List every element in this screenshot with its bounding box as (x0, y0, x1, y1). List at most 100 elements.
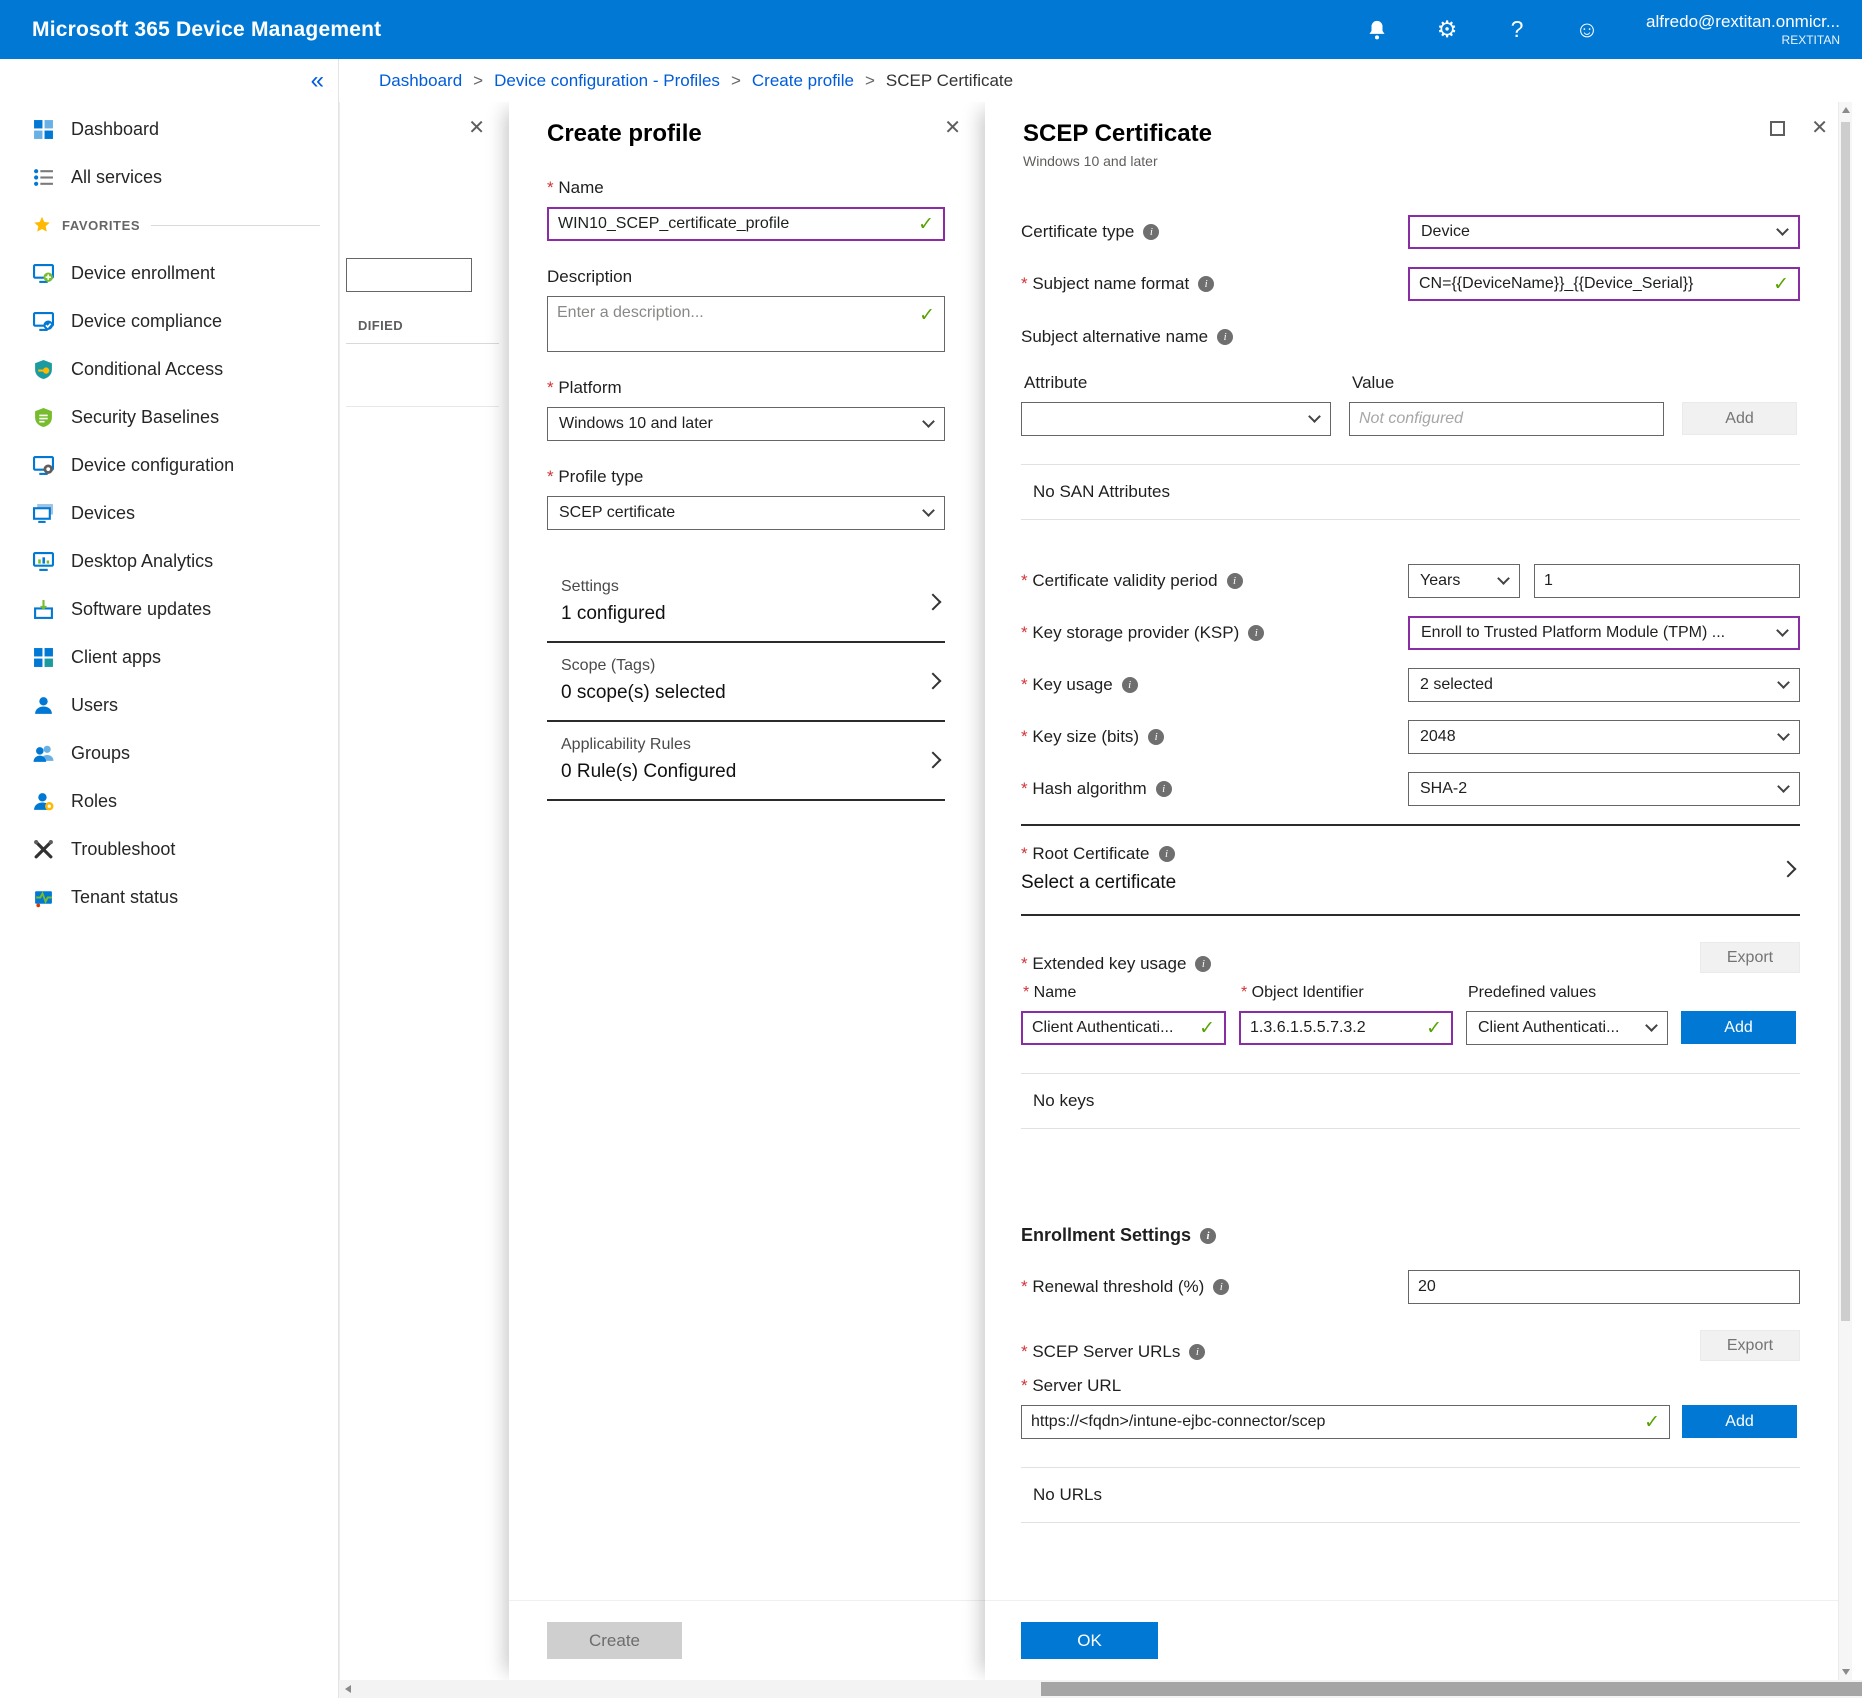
sidebar-item-software-updates[interactable]: Software updates (0, 585, 338, 633)
info-icon[interactable] (1248, 625, 1264, 641)
key-size-select[interactable]: 2048 (1408, 720, 1800, 754)
scroll-up-arrow-icon[interactable] (1842, 107, 1850, 113)
vertical-scrollbar[interactable] (1838, 102, 1852, 1680)
hash-algorithm-select[interactable]: SHA-2 (1408, 772, 1800, 806)
info-icon[interactable] (1148, 729, 1164, 745)
screen: Microsoft 365 Device Management ⚙ ? ☺ al… (0, 0, 1862, 1698)
breadcrumb-dashboard[interactable]: Dashboard (379, 71, 462, 91)
all-services-icon (33, 167, 54, 188)
sidebar-item-device-compliance[interactable]: Device compliance (0, 297, 338, 345)
close-icon[interactable] (1811, 118, 1828, 138)
eku-oid-input[interactable] (1250, 1019, 1420, 1037)
sidebar-item-conditional-access[interactable]: Conditional Access (0, 345, 338, 393)
san-add-button[interactable]: Add (1682, 402, 1797, 435)
info-icon[interactable] (1198, 276, 1214, 292)
server-url-input[interactable] (1031, 1413, 1638, 1431)
sidebar-item-roles[interactable]: Roles (0, 777, 338, 825)
vertical-scrollbar-thumb[interactable] (1841, 122, 1850, 1321)
sidebar-item-all-services[interactable]: All services (0, 153, 338, 201)
enrollment-settings-label: Enrollment Settings (1021, 1225, 1191, 1246)
enrollment-settings-header: Enrollment Settings (1021, 1225, 1800, 1246)
key-usage-value: 2 selected (1420, 676, 1493, 694)
scroll-left-arrow-icon[interactable] (345, 1685, 351, 1693)
validity-label-wrap: Certificate validity period (1021, 571, 1408, 591)
info-icon[interactable] (1122, 677, 1138, 693)
info-icon[interactable] (1189, 1344, 1205, 1360)
server-url-box (1021, 1405, 1670, 1439)
maximize-icon[interactable] (1770, 121, 1785, 136)
tenant-status-icon (33, 887, 54, 908)
sidebar-item-client-apps[interactable]: Client apps (0, 633, 338, 681)
sidebar-item-groups[interactable]: Groups (0, 729, 338, 777)
topbar-actions: ⚙ ? ☺ alfredo@rextitan.onmicr... REXTITA… (1362, 11, 1840, 49)
security-baselines-icon (33, 407, 54, 428)
ok-button[interactable]: OK (1021, 1622, 1158, 1659)
platform-select[interactable]: Windows 10 and later (547, 407, 945, 441)
scope-tags-navrow[interactable]: Scope (Tags) 0 scope(s) selected (547, 643, 945, 722)
urls-export-button[interactable]: Export (1700, 1330, 1800, 1361)
info-icon[interactable] (1227, 573, 1243, 589)
divider (346, 406, 499, 407)
sidebar-item-desktop-analytics[interactable]: Desktop Analytics (0, 537, 338, 585)
ksp-select[interactable]: Enroll to Trusted Platform Module (TPM) … (1408, 616, 1800, 650)
conditional-access-icon (33, 359, 54, 380)
chevron-right-icon (925, 751, 942, 768)
san-value-input[interactable] (1359, 410, 1654, 428)
info-icon[interactable] (1217, 329, 1233, 345)
chevron-right-icon (1780, 861, 1797, 878)
profile-type-select[interactable]: SCEP certificate (547, 496, 945, 530)
breadcrumb-profiles[interactable]: Device configuration - Profiles (494, 71, 720, 91)
sidebar-item-device-configuration[interactable]: Device configuration (0, 441, 338, 489)
subject-name-format-input[interactable] (1419, 275, 1767, 293)
eku-name-input[interactable] (1032, 1019, 1193, 1037)
info-icon[interactable] (1213, 1279, 1229, 1295)
san-attribute-select[interactable] (1021, 402, 1331, 436)
scroll-down-arrow-icon[interactable] (1842, 1669, 1850, 1675)
key-usage-select[interactable]: 2 selected (1408, 668, 1800, 702)
info-icon[interactable] (1143, 224, 1159, 240)
sidebar-item-users[interactable]: Users (0, 681, 338, 729)
sidebar-item-device-enrollment[interactable]: Device enrollment (0, 249, 338, 297)
sidebar-item-devices[interactable]: Devices (0, 489, 338, 537)
name-input[interactable] (558, 215, 912, 233)
scep-subtitle: Windows 10 and later (1023, 153, 1826, 169)
sidebar-collapse-icon[interactable]: « (311, 67, 324, 95)
info-icon[interactable] (1156, 781, 1172, 797)
account-menu[interactable]: alfredo@rextitan.onmicr... REXTITAN (1646, 11, 1840, 49)
validity-value-input[interactable] (1544, 572, 1790, 590)
eku-predefined-select[interactable]: Client Authenticati... (1466, 1011, 1668, 1045)
info-icon[interactable] (1200, 1228, 1216, 1244)
eku-name-box (1021, 1011, 1226, 1045)
validity-value-box (1534, 564, 1800, 598)
applicability-rules-value: 0 Rule(s) Configured (561, 761, 736, 783)
info-icon[interactable] (1195, 956, 1211, 972)
sidebar-item-troubleshoot[interactable]: Troubleshoot (0, 825, 338, 873)
sidebar-item-security-baselines[interactable]: Security Baselines (0, 393, 338, 441)
profiles-search-input[interactable] (356, 266, 462, 284)
notifications-bell-icon[interactable] (1362, 15, 1392, 45)
feedback-smiley-icon[interactable]: ☺ (1572, 15, 1602, 45)
settings-gear-icon[interactable]: ⚙ (1432, 15, 1462, 45)
sidebar-item-dashboard[interactable]: Dashboard (0, 105, 338, 153)
info-icon[interactable] (1159, 846, 1175, 862)
breadcrumb-create-profile[interactable]: Create profile (752, 71, 854, 91)
eku-export-button[interactable]: Export (1700, 942, 1800, 973)
renewal-threshold-input[interactable] (1418, 1278, 1790, 1296)
horizontal-scrollbar-thumb[interactable] (1041, 1682, 1862, 1696)
eku-add-button[interactable]: Add (1681, 1011, 1796, 1044)
description-input[interactable] (557, 304, 913, 322)
settings-navrow[interactable]: Settings 1 configured (547, 564, 945, 643)
create-button[interactable]: Create (547, 1622, 682, 1659)
certificate-type-select[interactable]: Device (1408, 215, 1800, 249)
applicability-rules-navrow[interactable]: Applicability Rules 0 Rule(s) Configured (547, 722, 945, 801)
help-icon[interactable]: ? (1502, 15, 1532, 45)
server-url-add-button[interactable]: Add (1682, 1405, 1797, 1438)
validity-unit-select[interactable]: Years (1408, 564, 1520, 598)
close-icon[interactable] (944, 118, 961, 138)
app-title[interactable]: Microsoft 365 Device Management (32, 18, 381, 42)
root-certificate-navrow[interactable]: Root Certificate Select a certificate (1021, 826, 1800, 914)
valid-check-icon (1644, 1411, 1660, 1434)
horizontal-scrollbar[interactable] (339, 1680, 1862, 1698)
sidebar-item-tenant-status[interactable]: Tenant status (0, 873, 338, 921)
sidebar-item-label: Desktop Analytics (71, 551, 213, 572)
